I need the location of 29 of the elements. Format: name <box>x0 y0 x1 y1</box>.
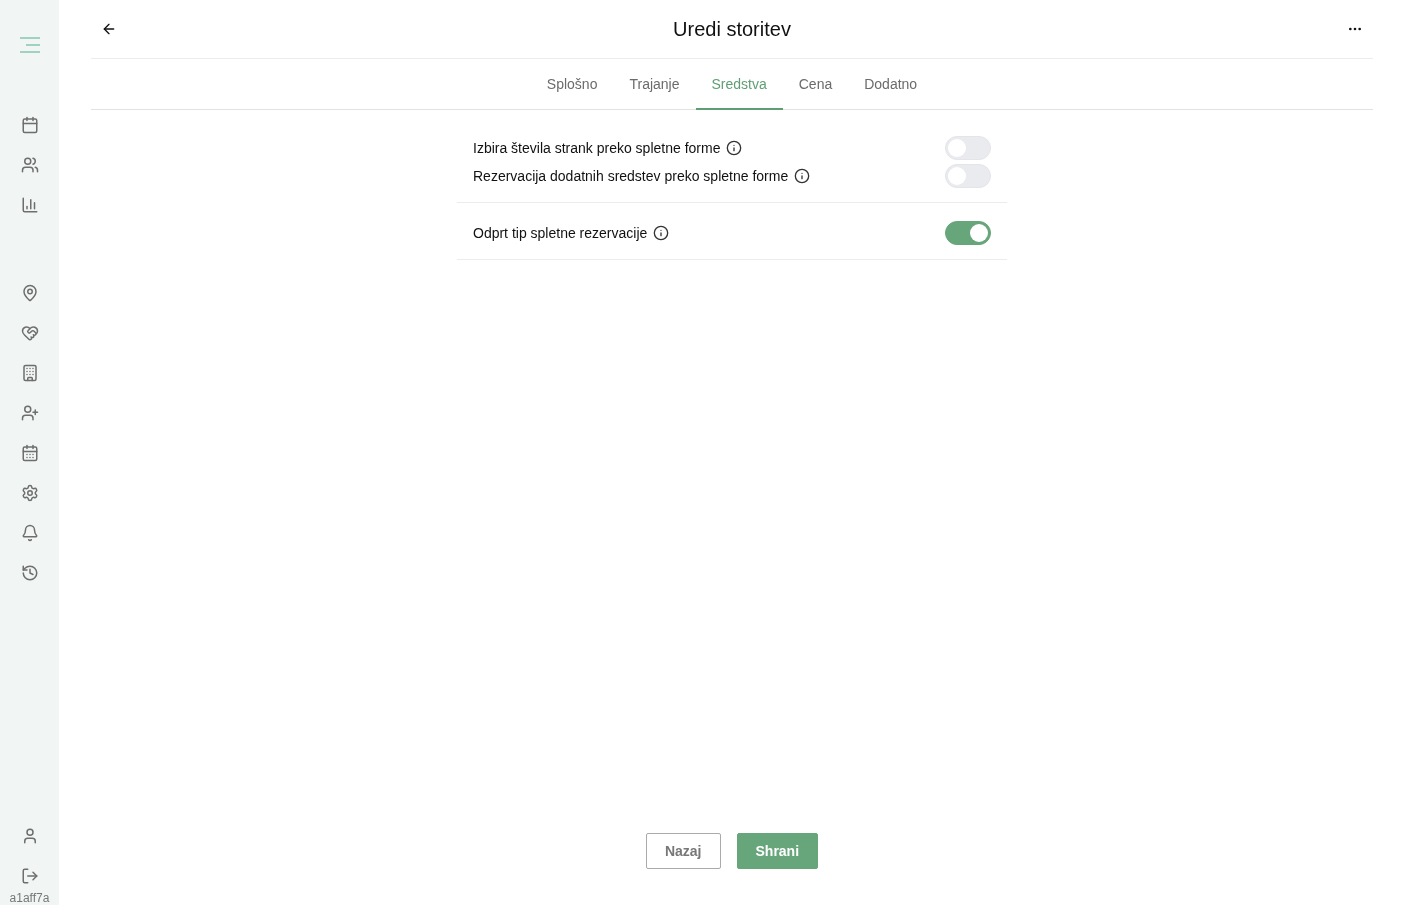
tab[interactable]: Dodatno <box>848 59 934 110</box>
tab[interactable]: Trajanje <box>613 59 696 110</box>
map-pin-icon[interactable] <box>20 284 39 302</box>
setting-label: Odprt tip spletne rezervacije <box>473 225 648 241</box>
history-icon[interactable] <box>20 564 39 582</box>
tab[interactable]: Sredstva <box>695 59 783 110</box>
bell-icon[interactable] <box>20 524 39 542</box>
setting-label: Izbira števila strank preko spletne forme <box>473 140 721 156</box>
back-button[interactable]: Nazaj <box>645 833 721 869</box>
calendar-icon[interactable] <box>20 444 39 462</box>
version-text: a1aff7a <box>9 891 50 905</box>
users-icon[interactable] <box>20 156 39 174</box>
back-arrow-icon[interactable] <box>101 21 117 37</box>
save-button[interactable]: Shrani <box>736 833 819 869</box>
tab[interactable]: Cena <box>782 59 849 110</box>
info-icon[interactable] <box>653 225 670 241</box>
calendar-icon[interactable] <box>20 116 39 134</box>
building-icon[interactable] <box>20 364 39 382</box>
info-icon[interactable] <box>726 140 743 156</box>
user-plus-icon[interactable] <box>20 404 39 422</box>
setting-label: Rezervacija dodatnih sredstev preko spletne forme <box>473 168 789 184</box>
page-title: Uredi storitev <box>673 17 791 41</box>
logout-icon[interactable] <box>20 867 39 885</box>
settings-icon[interactable] <box>20 484 39 502</box>
bar-chart-icon[interactable] <box>20 196 39 214</box>
handshake-icon[interactable] <box>20 324 39 342</box>
info-icon[interactable] <box>794 168 811 184</box>
tab[interactable]: Splošno <box>530 59 614 110</box>
toggle-switch[interactable] <box>945 221 991 245</box>
